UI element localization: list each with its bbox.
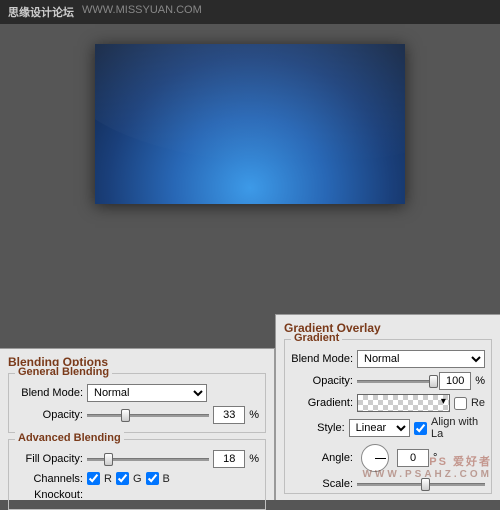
angle-label: Angle: <box>291 452 353 464</box>
watermark-logo: PS 爱好者 WWW.PSAHZ.COM <box>362 446 492 480</box>
group-legend: Advanced Blending <box>15 432 124 444</box>
channel-b-checkbox[interactable] <box>146 472 159 485</box>
gradient-label: Gradient: <box>291 397 353 409</box>
style-label: Style: <box>291 422 345 434</box>
group-legend: General Blending <box>15 366 112 378</box>
knockout-label: Knockout: <box>15 489 83 501</box>
pct-label: % <box>249 453 259 465</box>
blend-mode-select[interactable]: Normal <box>87 384 207 402</box>
group-legend: Gradient <box>291 332 342 344</box>
opacity-slider[interactable] <box>87 407 209 423</box>
opacity-slider[interactable] <box>357 373 435 389</box>
top-brand-bar: 思缘设计论坛 WWW.MISSYUAN.COM <box>0 0 500 24</box>
opacity-input[interactable]: 100 <box>439 372 471 390</box>
fill-opacity-input[interactable]: 18 <box>213 450 245 468</box>
fill-opacity-slider[interactable] <box>87 451 209 467</box>
pct-label: % <box>249 409 259 421</box>
channel-g-checkbox[interactable] <box>116 472 129 485</box>
opacity-input[interactable]: 33 <box>213 406 245 424</box>
scale-label: Scale: <box>291 478 353 490</box>
opacity-label: Opacity: <box>291 375 353 387</box>
document-canvas <box>95 44 405 204</box>
gradient-preview[interactable] <box>357 394 450 412</box>
channel-r-checkbox[interactable] <box>87 472 100 485</box>
opacity-label: Opacity: <box>15 409 83 421</box>
pct-label: % <box>475 375 485 387</box>
blending-options-panel: Blending Options General Blending Blend … <box>0 348 275 500</box>
brand-url: WWW.MISSYUAN.COM <box>82 4 202 20</box>
style-select[interactable]: Linear <box>349 419 410 437</box>
fill-opacity-label: Fill Opacity: <box>15 453 83 465</box>
align-checkbox[interactable] <box>414 422 427 435</box>
advanced-blending-group: Advanced Blending Fill Opacity: 18 % Cha… <box>8 439 266 510</box>
blend-mode-select[interactable]: Normal <box>357 350 485 368</box>
blend-mode-label: Blend Mode: <box>291 353 353 365</box>
brand-text: 思缘设计论坛 <box>8 4 74 20</box>
channels-label: Channels: <box>15 473 83 485</box>
blend-mode-label: Blend Mode: <box>15 387 83 399</box>
reverse-checkbox[interactable] <box>454 397 467 410</box>
general-blending-group: General Blending Blend Mode: Normal Opac… <box>8 373 266 433</box>
